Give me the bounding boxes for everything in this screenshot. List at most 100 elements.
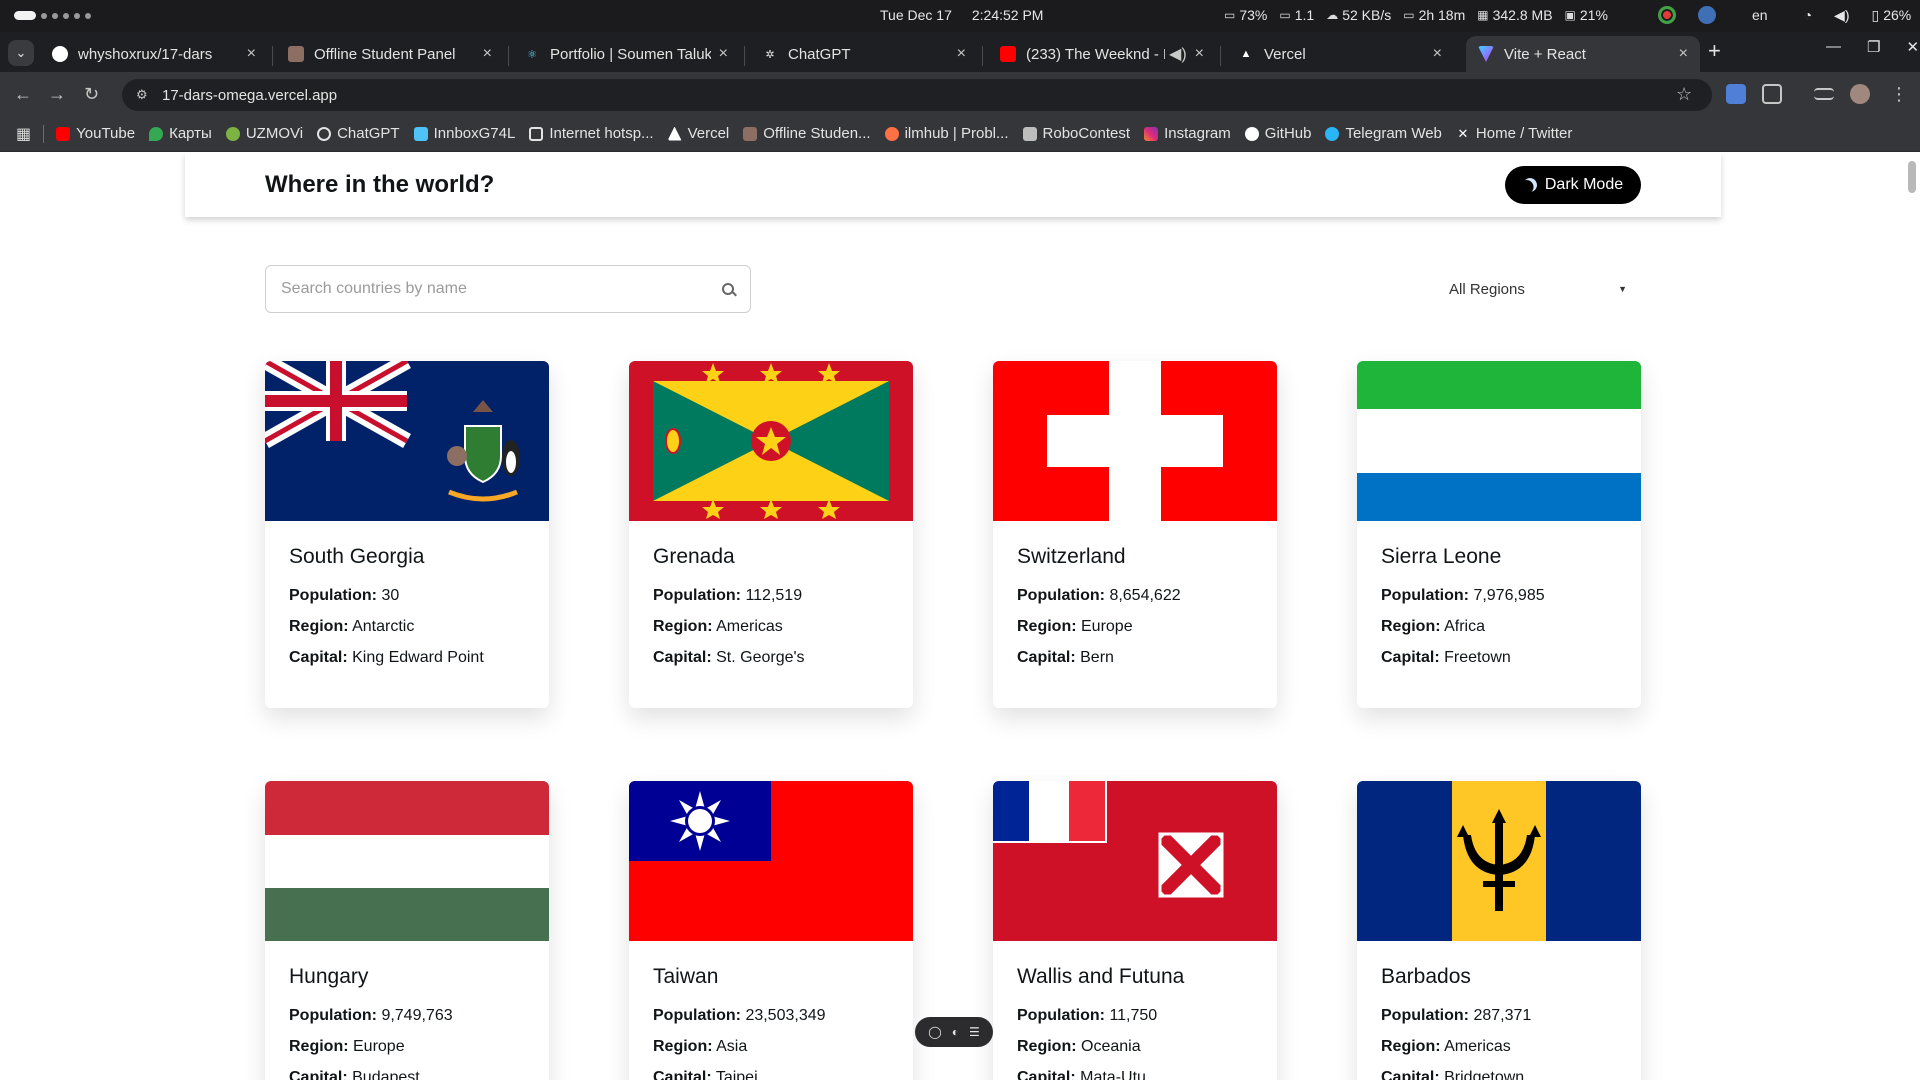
close-tab-icon[interactable]: × (1433, 45, 1442, 63)
vercel-icon (667, 126, 682, 141)
tab-portfolio[interactable]: ⚛ Portfolio | Soumen Taluk × (512, 36, 740, 72)
bookmark-github[interactable]: GitHub (1244, 125, 1311, 142)
search-icon[interactable] (722, 283, 734, 295)
bookmark-ilmhub[interactable]: ilmhub | Probl... (884, 125, 1009, 142)
population-row: Population: 11,750 (1017, 1007, 1158, 1024)
country-name: Wallis and Futuna (1017, 965, 1185, 988)
kebab-menu-icon[interactable]: ⋮ (1890, 84, 1908, 105)
sierra-leone-flag (1357, 361, 1641, 521)
bookmark-twitter[interactable]: ✕ Home / Twitter (1456, 125, 1572, 142)
floating-toolbar[interactable]: ◯ ◐ ☰ (915, 1017, 993, 1047)
robocontest-icon (1022, 126, 1037, 141)
region-row: Region: Americas (653, 618, 783, 635)
close-tab-icon[interactable]: × (957, 45, 966, 63)
region-row: Region: Oceania (1017, 1038, 1141, 1055)
extensions-icon[interactable] (1762, 84, 1782, 104)
workspace-indicator[interactable] (14, 11, 91, 20)
bookmark-innbox[interactable]: InnboxG74L (413, 125, 515, 142)
site-header: Where in the world? Dark Mode (185, 153, 1721, 217)
window-controls: — ❐ ✕ (1826, 38, 1919, 56)
close-tab-icon[interactable]: × (1195, 45, 1204, 63)
chrome-remote-icon[interactable] (1698, 6, 1716, 24)
avatar[interactable] (1850, 84, 1870, 104)
forward-icon[interactable]: → (48, 84, 66, 105)
disk-icon: ▣ (1564, 8, 1576, 22)
page-viewport: Where in the world? Dark Mode All Region… (0, 153, 1920, 1080)
grenada-flag (629, 361, 913, 521)
bookmark-offline-student[interactable]: Offline Studen... (743, 125, 871, 142)
country-card-south-georgia[interactable]: South Georgia Population: 30 Region: Ant… (265, 361, 549, 708)
capital-row: Capital: St. George's (653, 649, 805, 666)
bookmark-chatgpt[interactable]: ChatGPT (317, 125, 400, 142)
media-app-icon[interactable] (1658, 6, 1676, 24)
translate-extension-icon[interactable] (1726, 84, 1746, 104)
close-tab-icon[interactable]: × (719, 45, 728, 63)
tab-chatgpt[interactable]: ✲ ChatGPT × (750, 36, 978, 72)
close-tab-icon[interactable]: × (483, 45, 492, 63)
country-card-grenada[interactable]: Grenada Population: 112,519 Region: Amer… (629, 361, 913, 708)
address-bar[interactable]: ⚙ 17-dars-omega.vercel.app (122, 79, 1712, 111)
close-window-icon[interactable]: ✕ (1906, 38, 1919, 56)
capital-row: Capital: King Edward Point (289, 649, 484, 666)
bookmark-maps[interactable]: Карты (149, 125, 212, 142)
tab-vite-react[interactable]: Vite + React × (1466, 36, 1700, 72)
tab-youtube[interactable]: (233) The Weeknd - P ◀) × (988, 36, 1216, 72)
maximize-icon[interactable]: ❐ (1867, 38, 1880, 56)
bookmark-internet-hotspot[interactable]: Internet hotsp... (529, 125, 654, 142)
new-tab-button[interactable]: + (1708, 40, 1721, 62)
site-info-icon[interactable]: ⚙ (136, 87, 152, 103)
language-indicator[interactable]: en (1752, 7, 1768, 23)
country-card-barbados[interactable]: Barbados Population: 287,371 Region: Ame… (1357, 781, 1641, 1080)
reading-list-icon[interactable] (1814, 88, 1834, 100)
volume-icon[interactable]: ◀) (1834, 7, 1849, 24)
country-name: Sierra Leone (1381, 545, 1502, 568)
battery-status[interactable]: ▯ 26% (1871, 7, 1911, 24)
bookmark-robocontest[interactable]: RoboContest (1022, 125, 1130, 142)
network-speed-icon: ☁ (1326, 8, 1339, 22)
reload-icon[interactable]: ↻ (84, 84, 99, 105)
tab-search-button[interactable]: ⌄ (8, 40, 34, 66)
bookmark-telegram[interactable]: Telegram Web (1325, 125, 1442, 142)
youtube-icon (56, 126, 71, 141)
region-filter-select[interactable]: All Regions ▼ (1449, 277, 1627, 301)
country-card-wallis-futuna[interactable]: Wallis and Futuna Population: 11,750 Reg… (993, 781, 1277, 1080)
toggle-icon[interactable]: ◐ (952, 1025, 959, 1039)
capital-row: Capital: Bern (1017, 649, 1114, 666)
uzmovi-icon (225, 126, 240, 141)
country-card-taiwan[interactable]: Taiwan Population: 23,503,349 Region: As… (629, 781, 913, 1080)
audio-playing-icon[interactable]: ◀) (1169, 44, 1187, 64)
wifi-icon[interactable]: ◔ (1804, 7, 1812, 23)
minimize-icon[interactable]: — (1826, 38, 1841, 56)
page-scrollbar[interactable] (1908, 161, 1916, 193)
stat-network: ☁ 52 KB/s (1326, 7, 1392, 23)
dark-mode-button[interactable]: Dark Mode (1505, 166, 1641, 204)
moon-icon (1520, 175, 1539, 194)
clock[interactable]: Tue Dec 17 2:24:52 PM (880, 7, 1043, 23)
country-name: Taiwan (653, 965, 719, 988)
bookmark-instagram[interactable]: Instagram (1144, 125, 1231, 142)
bookmark-uzmovi[interactable]: UZMOVi (225, 125, 303, 142)
search-input[interactable] (281, 280, 722, 298)
tab-vercel[interactable]: ▲ Vercel × (1226, 36, 1454, 72)
back-icon[interactable]: ← (14, 84, 32, 105)
capital-row: Capital: Bridgetown (1381, 1069, 1525, 1080)
bookmark-youtube[interactable]: YouTube (56, 125, 135, 142)
capital-row: Capital: Freetown (1381, 649, 1511, 666)
tab-strip: ⌄ whyshoxrux/17-dars × Offline Student P… (0, 32, 1920, 72)
vite-icon (1478, 46, 1494, 62)
taiwan-flag (629, 781, 913, 941)
menu-icon[interactable]: ☰ (969, 1025, 980, 1039)
region-row: Region: Europe (289, 1038, 405, 1055)
tab-github[interactable]: whyshoxrux/17-dars × (40, 36, 268, 72)
apps-grid-icon[interactable]: ▦ (16, 124, 31, 144)
bookmark-star-icon[interactable]: ☆ (1676, 84, 1692, 105)
country-card-switzerland[interactable]: Switzerland Population: 8,654,622 Region… (993, 361, 1277, 708)
tab-offline-student-panel[interactable]: Offline Student Panel × (276, 36, 504, 72)
bookmark-vercel[interactable]: Vercel (667, 125, 729, 142)
comment-icon[interactable]: ◯ (928, 1025, 941, 1039)
country-card-hungary[interactable]: Hungary Population: 9,749,763 Region: Eu… (265, 781, 549, 1080)
close-tab-icon[interactable]: × (247, 45, 256, 63)
innbox-icon (413, 126, 428, 141)
close-tab-icon[interactable]: × (1679, 45, 1688, 63)
country-card-sierra-leone[interactable]: Sierra Leone Population: 7,976,985 Regio… (1357, 361, 1641, 708)
